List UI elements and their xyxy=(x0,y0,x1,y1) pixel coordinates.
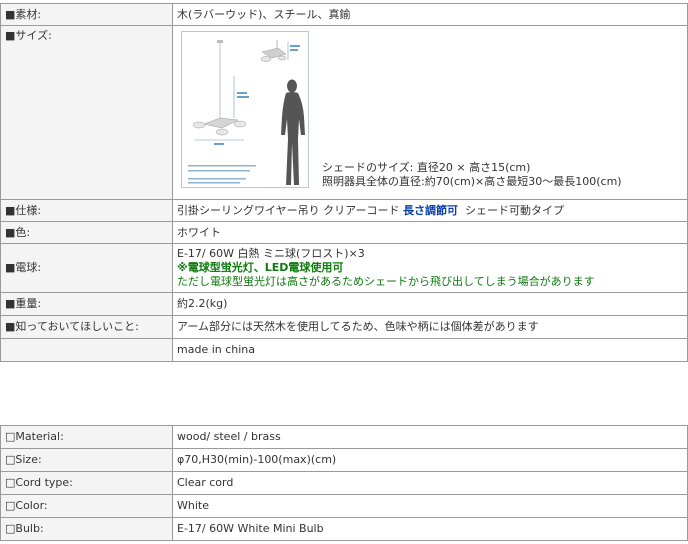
table-row: □Color: White xyxy=(0,494,688,518)
color-label-en: □Color: xyxy=(0,494,173,518)
bulb-label: ■電球: xyxy=(0,243,173,293)
notice-label: ■知っておいてほしいこと: xyxy=(0,315,173,339)
table-row: made in china xyxy=(0,338,688,362)
size-label-en: □Size: xyxy=(0,448,173,472)
bulb-label-en: □Bulb: xyxy=(0,517,173,541)
table-row: □Material: wood/ steel / brass xyxy=(0,425,688,449)
table-row: ■知っておいてほしいこと: アーム部分には天然木を使用してるため、色味や柄には個… xyxy=(0,315,688,339)
size-text-block: シェードのサイズ: 直径20 × 高さ15(cm) 照明器具全体の直径:約70(… xyxy=(322,161,622,189)
material-label-en: □Material: xyxy=(0,425,173,449)
cord-label-en: □Cord type: xyxy=(0,471,173,495)
table-row: ■仕様: 引掛シーリングワイヤー吊り クリアーコード 長さ調節可 シェード可動タ… xyxy=(0,199,688,222)
table-row: □Bulb: E-17/ 60W White Mini Bulb xyxy=(0,517,688,541)
table-row: □Size: φ70,H30(min)-100(max)(cm) xyxy=(0,448,688,472)
spec-value: 引掛シーリングワイヤー吊り クリアーコード 長さ調節可 シェード可動タイプ xyxy=(172,199,688,222)
cord-value-en: Clear cord xyxy=(172,471,688,495)
material-label: ■素材: xyxy=(0,3,173,26)
notice-value: アーム部分には天然木を使用してるため、色味や柄には個体差があります xyxy=(172,315,688,339)
bulb-type-text: E-17/ 60W 白熱 ミニ球(フロスト)×3 xyxy=(177,247,365,260)
color-label: ■色: xyxy=(0,221,173,244)
person-silhouette-image xyxy=(281,79,305,185)
bulb-warning-note: ただし電球型蛍光灯は高さがあるためシェードから飛び出してしまう場合があります xyxy=(177,275,595,288)
spec-label: ■仕様: xyxy=(0,199,173,222)
weight-label: ■重量: xyxy=(0,292,173,316)
size-label: ■サイズ: xyxy=(0,25,173,200)
material-value-en: wood/ steel / brass xyxy=(172,425,688,449)
color-value-en: White xyxy=(172,494,688,518)
material-value: 木(ラバーウッド)、スチール、真鍮 xyxy=(172,3,688,26)
weight-value: 約2.2(kg) xyxy=(172,292,688,316)
table-row: ■色: ホワイト xyxy=(0,221,688,244)
overall-size-text: 照明器具全体の直径:約70(cm)×高さ最短30～最長100(cm) xyxy=(322,175,622,188)
spec-text: 引掛シーリングワイヤー吊り クリアーコード xyxy=(177,203,400,217)
spec-table-english: □Material: wood/ steel / brass □Size: φ7… xyxy=(0,425,688,541)
spec-table-japanese: ■素材: 木(ラバーウッド)、スチール、真鍮 ■サイズ: シェードのサイズ: 直… xyxy=(0,3,688,362)
table-row: ■重量: 約2.2(kg) xyxy=(0,292,688,316)
size-cell: シェードのサイズ: 直径20 × 高さ15(cm) 照明器具全体の直径:約70(… xyxy=(172,25,688,200)
bulb-value-en: E-17/ 60W White Mini Bulb xyxy=(172,517,688,541)
table-row: ■電球: E-17/ 60W 白熱 ミニ球(フロスト)×3 ※電球型蛍光灯、LE… xyxy=(0,243,688,293)
shade-size-text: シェードのサイズ: 直径20 × 高さ15(cm) xyxy=(322,161,531,174)
color-value: ホワイト xyxy=(172,221,688,244)
origin-label xyxy=(0,338,173,362)
bulb-cell: E-17/ 60W 白熱 ミニ球(フロスト)×3 ※電球型蛍光灯、LED電球使用… xyxy=(172,243,688,293)
shade-movable-text: シェード可動タイプ xyxy=(465,203,565,217)
table-row: □Cord type: Clear cord xyxy=(0,471,688,495)
bulb-compat-note: ※電球型蛍光灯、LED電球使用可 xyxy=(177,261,344,274)
size-value-en: φ70,H30(min)-100(max)(cm) xyxy=(172,448,688,472)
length-adjustable-highlight: 長さ調節可 xyxy=(403,203,459,217)
table-row: ■サイズ: シェードのサイズ: 直径20 × 高さ15(cm) 照明器具全体の直… xyxy=(0,25,688,200)
table-row: ■素材: 木(ラバーウッド)、スチール、真鍮 xyxy=(0,3,688,26)
origin-value: made in china xyxy=(172,338,688,362)
